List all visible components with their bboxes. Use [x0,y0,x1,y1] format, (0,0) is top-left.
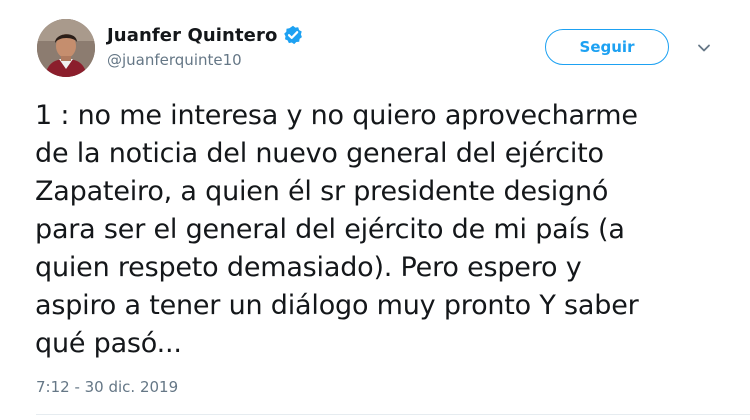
tweet-text-line: Zapateiro, a quien él sr presidente desi… [35,176,609,207]
tweet-text-line: aspiro a tener un diálogo muy pronto Y s… [35,290,639,321]
name-row: Juanfer Quintero [107,22,303,48]
user-handle[interactable]: @juanferquinte10 [107,51,303,69]
tweet-text: 1 : no me interesa y no quiero aprovecha… [35,97,735,363]
tweet-timestamp[interactable]: 7:12 - 30 dic. 2019 [36,378,178,396]
tweet-text-line: qué pasó... [35,328,182,359]
tweet-card: Juanfer Quintero @juanferquinte10 Seguir… [0,0,750,420]
avatar[interactable] [37,19,95,77]
divider [36,414,750,415]
profile-photo [37,19,95,77]
tweet-text-line: para ser el general del ejército de mi p… [35,214,625,245]
display-name[interactable]: Juanfer Quintero [107,25,277,46]
tweet-text-line: de la noticia del nuevo general del ejér… [35,138,604,169]
tweet-text-line: quien respeto demasiado). Pero espero y [35,252,582,283]
user-info: Juanfer Quintero @juanferquinte10 [107,22,303,69]
tweet-text-line: 1 : no me interesa y no quiero aprovecha… [35,100,638,131]
verified-badge-icon [283,25,303,45]
follow-button[interactable]: Seguir [545,29,669,65]
chevron-down-icon[interactable] [696,40,712,56]
